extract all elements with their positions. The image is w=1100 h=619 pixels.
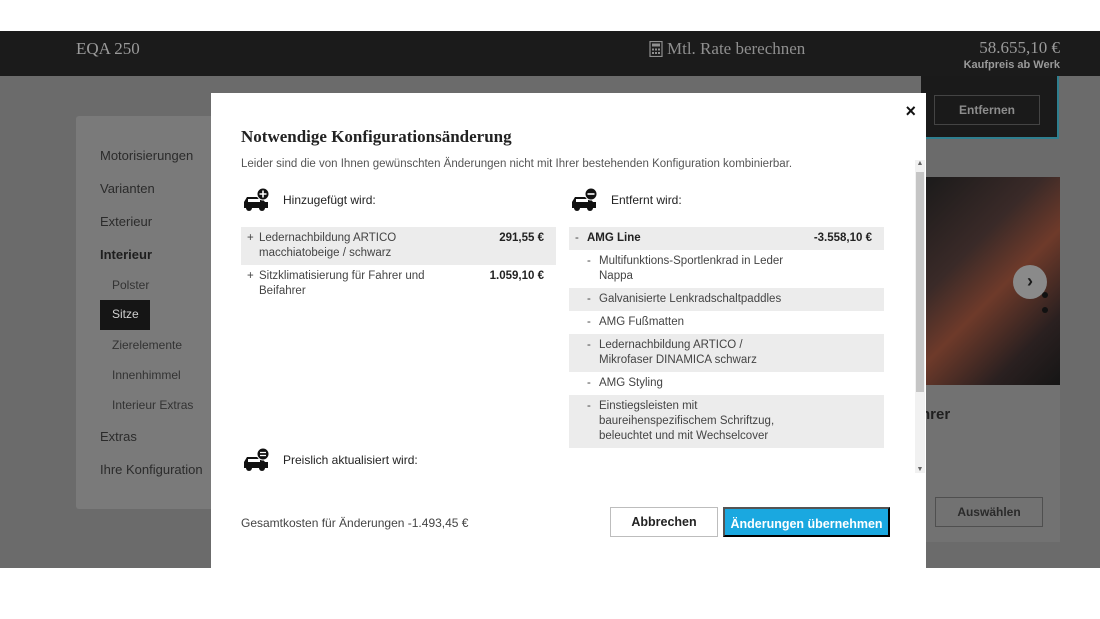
sidebar-item-motorisierungen[interactable]: Motorisierungen bbox=[100, 148, 193, 163]
price-caption: Kaufpreis ab Werk bbox=[963, 59, 1060, 71]
car-remove-icon bbox=[572, 187, 598, 211]
list-item: - AMG Styling bbox=[569, 372, 884, 395]
model-name: EQA 250 bbox=[76, 39, 140, 58]
added-item-price: 1.059,10 € bbox=[489, 270, 544, 282]
rate-calculator-link[interactable]: Mtl. Rate berechnen bbox=[649, 39, 805, 59]
added-heading: Hinzugefügt wird: bbox=[241, 187, 376, 213]
removed-heading-label: Entfernt wird: bbox=[611, 193, 682, 207]
dialog-subtitle: Leider sind die von Ihnen gewünschten Än… bbox=[241, 158, 793, 170]
sidebar-item-extras[interactable]: Extras bbox=[100, 429, 137, 444]
sidebar-item-interieur-extras[interactable]: Interieur Extras bbox=[112, 398, 193, 412]
list-item: + Sitzklimatisierung für Fahrer und Beif… bbox=[241, 265, 556, 303]
removed-heading: Entfernt wird: bbox=[569, 187, 682, 213]
price-value: 58.655,10 € bbox=[979, 38, 1060, 57]
removed-group-label: AMG Line bbox=[587, 232, 641, 244]
total-cost: Gesamtkosten für Änderungen -1.493,45 € bbox=[241, 516, 469, 530]
carousel-dot[interactable] bbox=[1042, 292, 1048, 298]
select-button[interactable]: Auswählen bbox=[935, 497, 1043, 527]
added-item-price: 291,55 € bbox=[499, 232, 544, 244]
list-item: + Ledernachbildung ARTICO macchiatobeige… bbox=[241, 227, 556, 265]
removed-item-label: AMG Fußmatten bbox=[599, 316, 684, 328]
dialog-title: Notwendige Konfigurationsänderung bbox=[241, 127, 512, 146]
removed-group-price: -3.558,10 € bbox=[813, 232, 872, 244]
rate-calculator-label: Mtl. Rate berechnen bbox=[667, 39, 806, 58]
list-item: - AMG Fußmatten bbox=[569, 311, 884, 334]
calculator-icon bbox=[649, 41, 663, 57]
added-list: + Ledernachbildung ARTICO macchiatobeige… bbox=[241, 227, 556, 303]
sidebar-item-label: Sitze bbox=[112, 307, 139, 321]
purchase-price: 58.655,10 € Kaufpreis ab Werk bbox=[964, 38, 1060, 71]
configurator-sidebar: Motorisierungen Varianten Exterieur Inte… bbox=[76, 116, 224, 509]
removed-group-row: - AMG Line -3.558,10 € bbox=[569, 227, 884, 250]
sidebar-item-innenhimmel[interactable]: Innenhimmel bbox=[112, 368, 181, 382]
sidebar-item-varianten[interactable]: Varianten bbox=[100, 181, 155, 196]
selected-option-panel: Entfernen bbox=[921, 76, 1059, 139]
sidebar-item-sitze[interactable]: Sitze bbox=[100, 300, 150, 330]
carousel-dot[interactable] bbox=[1042, 307, 1048, 313]
list-item: - Multifunktions-Sportlenkrad in Leder N… bbox=[569, 250, 884, 288]
top-bar: EQA 250 Mtl. Rate berechnen 58.655,10 € … bbox=[0, 31, 1100, 76]
scroll-up-icon[interactable]: ▲ bbox=[916, 160, 924, 167]
sidebar-item-zierelemente[interactable]: Zierelemente bbox=[112, 338, 182, 352]
list-item: - Einstiegsleisten mit baureihenspezifis… bbox=[569, 395, 884, 448]
list-item: - Galvanisierte Lenkradschaltpaddles bbox=[569, 288, 884, 311]
car-price-icon bbox=[244, 447, 270, 471]
page-frame: EQA 250 Mtl. Rate berechnen 58.655,10 € … bbox=[0, 31, 1100, 568]
sidebar-item-polster[interactable]: Polster bbox=[112, 278, 149, 292]
removed-item-label: Einstiegsleisten mit baureihenspezifisch… bbox=[599, 400, 775, 442]
added-item-label: Sitzklimatisierung für Fahrer und Beifah… bbox=[259, 270, 425, 297]
added-item-label: Ledernachbildung ARTICO macchiatobeige /… bbox=[259, 232, 397, 259]
removed-item-label: AMG Styling bbox=[599, 377, 663, 389]
option-card: hrer Auswählen bbox=[921, 385, 1060, 542]
removed-item-label: Ledernachbildung ARTICO / Mikrofaser DIN… bbox=[599, 339, 757, 366]
seat-image: › bbox=[921, 177, 1060, 385]
configuration-change-dialog: × Notwendige Konfigurationsänderung Leid… bbox=[211, 93, 926, 568]
removed-list: - AMG Line -3.558,10 € - Multifunktions-… bbox=[569, 227, 884, 448]
sidebar-item-exterieur[interactable]: Exterieur bbox=[100, 214, 152, 229]
apply-changes-button[interactable]: Änderungen übernehmen bbox=[723, 507, 890, 537]
sidebar-item-ihre-konfiguration[interactable]: Ihre Konfiguration bbox=[100, 462, 203, 477]
sidebar-item-interieur[interactable]: Interieur bbox=[100, 247, 152, 262]
cancel-button[interactable]: Abbrechen bbox=[610, 507, 718, 537]
removed-item-label: Galvanisierte Lenkradschaltpaddles bbox=[599, 293, 782, 305]
close-icon[interactable]: × bbox=[905, 101, 916, 122]
car-add-icon bbox=[244, 187, 270, 211]
list-item: - Ledernachbildung ARTICO / Mikrofaser D… bbox=[569, 334, 884, 372]
price-update-label: Preislich aktualisiert wird: bbox=[283, 453, 418, 467]
added-heading-label: Hinzugefügt wird: bbox=[283, 193, 376, 207]
removed-item-label: Multifunktions-Sportlenkrad in Leder Nap… bbox=[599, 255, 784, 282]
changes-scroll-area: Hinzugefügt wird: Entfernt wird: + Leder… bbox=[241, 183, 925, 473]
remove-button[interactable]: Entfernen bbox=[934, 95, 1040, 125]
price-update-heading: Preislich aktualisiert wird: bbox=[241, 447, 418, 473]
